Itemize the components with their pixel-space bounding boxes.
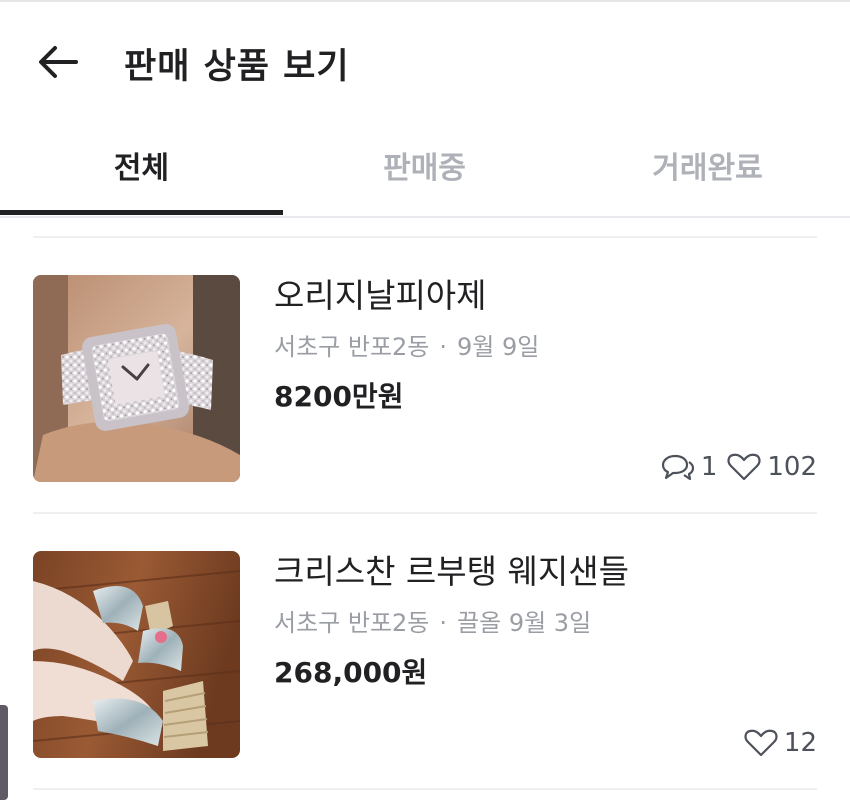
like-count: 12 (744, 728, 817, 758)
product-list: 오리지날피아제 서초구 반포2동 · 9월 9일 8200만원 1 102 크리… (33, 236, 817, 790)
heart-icon (744, 729, 778, 757)
item-price: 268,000원 (274, 656, 428, 689)
tab-on-sale[interactable]: 판매중 (283, 114, 566, 216)
item-time: 끌올 9월 3일 (457, 609, 592, 637)
item-time: 9월 9일 (457, 333, 540, 361)
like-count-value: 12 (783, 728, 817, 758)
app-header: 판매 상품 보기 (0, 2, 850, 114)
item-info: 오리지날피아제 서초구 반포2동 · 9월 9일 8200만원 (274, 275, 817, 415)
like-count-value: 102 (767, 452, 817, 482)
heart-icon (727, 453, 761, 481)
item-price: 8200만원 (274, 380, 404, 413)
tab-bar: 전체 판매중 거래완료 (0, 114, 850, 218)
like-count: 102 (727, 452, 817, 482)
product-thumbnail[interactable] (33, 275, 240, 482)
item-title[interactable]: 크리스찬 르부탱 웨지샌들 (274, 551, 817, 593)
active-tab-indicator (0, 210, 283, 215)
tab-completed[interactable]: 거래완료 (566, 114, 849, 216)
item-meta: 서초구 반포2동 · 끌올 9월 3일 (274, 607, 817, 639)
product-thumbnail[interactable] (33, 551, 240, 758)
item-meta: 서초구 반포2동 · 9월 9일 (274, 331, 817, 363)
item-stats: 12 (734, 728, 817, 758)
tab-all[interactable]: 전체 (0, 114, 283, 216)
separator-dot: · (439, 609, 448, 637)
chat-count-value: 1 (700, 452, 718, 482)
silver-wedge-sandals-photo (33, 551, 240, 758)
item-stats: 1 102 (651, 452, 817, 482)
divider (33, 788, 817, 790)
item-location: 서초구 반포2동 (274, 609, 430, 637)
edge-handle[interactable] (0, 705, 8, 800)
arrow-left-icon (39, 46, 78, 78)
separator-dot: · (439, 333, 448, 361)
list-item[interactable]: 오리지날피아제 서초구 반포2동 · 9월 9일 8200만원 1 102 (33, 238, 817, 512)
back-button[interactable] (30, 34, 86, 90)
item-info: 크리스찬 르부탱 웨지샌들 서초구 반포2동 · 끌올 9월 3일 268,000원 (274, 551, 817, 691)
diamond-watch-photo (33, 275, 240, 482)
item-title[interactable]: 오리지날피아제 (274, 275, 817, 317)
item-location: 서초구 반포2동 (274, 333, 430, 361)
list-item[interactable]: 크리스찬 르부탱 웨지샌들 서초구 반포2동 · 끌올 9월 3일 268,000원… (33, 514, 817, 788)
chat-bubble-icon (661, 454, 694, 481)
page-title: 판매 상품 보기 (124, 47, 350, 87)
chat-count: 1 (661, 452, 718, 482)
